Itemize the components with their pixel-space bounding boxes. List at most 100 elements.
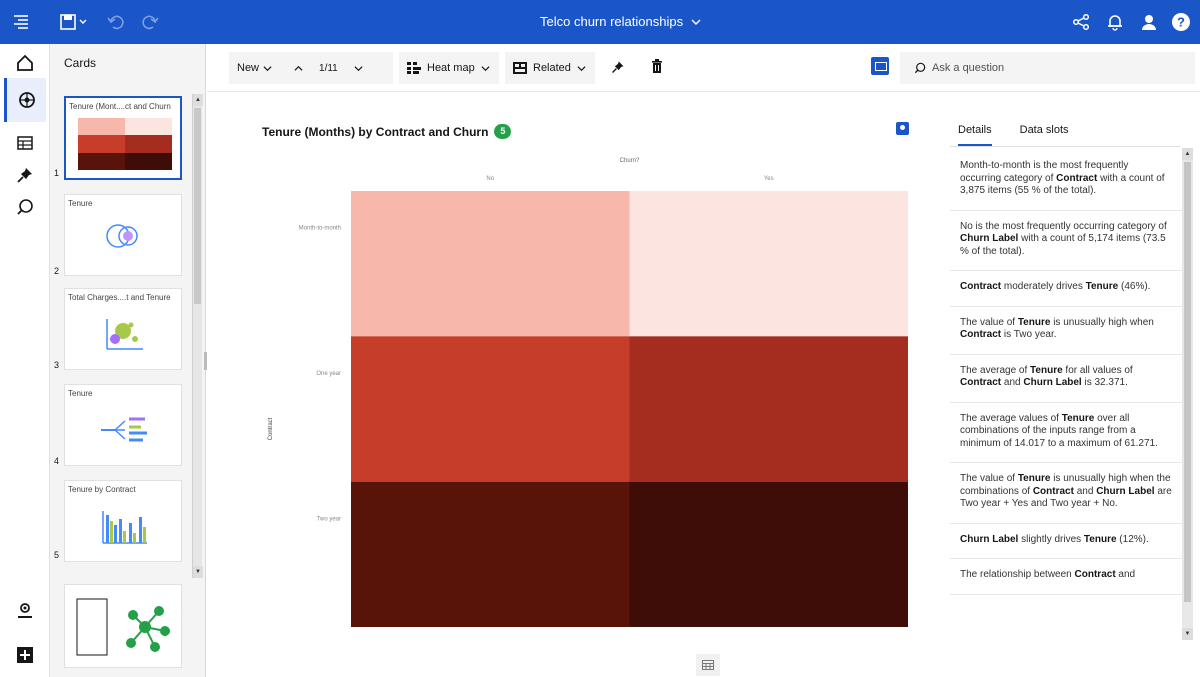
previous-card-button[interactable]	[294, 64, 303, 73]
insight-item[interactable]: The value of Tenure is unusually high wh…	[950, 463, 1182, 524]
insight-item[interactable]: Month-to-month is the most frequently oc…	[950, 150, 1182, 211]
card-title: Total Charges....t and Tenure	[68, 293, 171, 302]
cards-icon[interactable]	[4, 78, 46, 122]
cards-panel: Cards Tenure (Mont....ct and Churn 1 Ten…	[50, 44, 206, 677]
app-title[interactable]: Telco churn relationships	[540, 14, 701, 29]
scrollbar-thumb[interactable]	[1184, 162, 1191, 602]
chart-title: Tenure (Months) by Contract and Churn 5	[262, 124, 512, 139]
data-icon[interactable]	[12, 130, 38, 156]
scatter-thumbnail	[106, 319, 143, 350]
card-item[interactable]	[64, 584, 182, 668]
heatmap-cell[interactable]	[629, 336, 909, 482]
insight-item[interactable]: The value of Tenure is unusually high wh…	[950, 307, 1182, 355]
visualization-selector[interactable]: Heat map	[399, 52, 499, 84]
card-title: Tenure	[68, 389, 93, 398]
related-icon	[513, 62, 527, 74]
pin-icon[interactable]	[12, 162, 38, 188]
user-icon[interactable]	[1136, 9, 1162, 35]
chevron-up-icon	[294, 65, 303, 71]
delete-card-button[interactable]	[651, 59, 663, 78]
details-tabs: Details Data slots	[958, 124, 1069, 146]
details-scrollbar[interactable]: ▲ ▼	[1182, 148, 1193, 640]
insight-field-name: Churn Label	[1096, 485, 1155, 497]
share-icon[interactable]	[1068, 9, 1094, 35]
insight-field-name: Tenure	[1061, 412, 1095, 424]
insight-count-badge[interactable]: 5	[494, 124, 512, 139]
redo-icon[interactable]	[138, 9, 164, 35]
new-button[interactable]: New	[237, 62, 272, 74]
undo-icon[interactable]	[102, 9, 128, 35]
menu-icon[interactable]	[8, 9, 34, 35]
card-item[interactable]: Total Charges....t and Tenure	[64, 288, 182, 370]
tree-thumbnail	[101, 417, 147, 442]
chart-title-text: Tenure (Months) by Contract and Churn	[262, 124, 489, 139]
y-tick-label: Two year	[317, 516, 341, 522]
ask-icon[interactable]	[12, 194, 38, 220]
insight-field-name: Contract	[1056, 172, 1098, 184]
insight-item[interactable]: The average of Tenure for all values of …	[950, 355, 1182, 403]
heatmap-cell[interactable]	[351, 191, 630, 337]
card-title: Tenure	[68, 199, 93, 208]
insight-field-name: Tenure	[1085, 281, 1119, 292]
profile-icon[interactable]	[12, 598, 38, 624]
insight-item[interactable]: Churn Label slightly drives Tenure (12%)…	[950, 524, 1182, 559]
heatmap-cell[interactable]	[351, 336, 630, 482]
insight-field-name: Contract	[1074, 569, 1116, 580]
pin-icon	[612, 61, 624, 73]
card-pager: 1/11	[319, 62, 338, 74]
insight-field-name: Contract	[960, 377, 1002, 388]
scroll-up-icon[interactable]: ▲	[1182, 148, 1193, 160]
related-dropdown[interactable]: Related	[505, 52, 595, 84]
scroll-down-icon[interactable]: ▼	[193, 566, 203, 578]
card-title: Tenure (Mont....ct and Churn	[69, 102, 171, 111]
tab-data-slots[interactable]: Data slots	[1020, 124, 1069, 146]
chevron-down-icon	[577, 65, 586, 71]
card-number: 2	[54, 266, 60, 276]
heatmap-cell[interactable]	[351, 481, 630, 627]
insight-field-name: Contract	[960, 329, 1002, 340]
tab-details[interactable]: Details	[958, 124, 992, 146]
insight-item[interactable]: The relationship between Contract and	[950, 559, 1182, 595]
y-tick-label: Month-to-month	[299, 226, 341, 232]
new-navigation-group: New 1/11	[229, 52, 393, 84]
insight-item[interactable]: Contract moderately drives Tenure (46%).	[950, 271, 1182, 307]
panel-resize-handle[interactable]	[204, 352, 207, 370]
x-tick-label: Yes	[764, 176, 774, 182]
card-item[interactable]: Tenure	[64, 194, 182, 276]
save-icon[interactable]	[52, 9, 96, 35]
insight-item[interactable]: No is the most frequently occurring cate…	[950, 211, 1182, 271]
card-item[interactable]: Tenure by Contract	[64, 480, 182, 562]
x-axis-title: Churn?	[620, 158, 640, 164]
table-view-button[interactable]	[696, 654, 720, 676]
insight-item[interactable]: The average values of Tenure over all co…	[950, 403, 1182, 463]
scroll-up-icon[interactable]: ▲	[193, 94, 203, 106]
venn-thumbnail	[106, 224, 138, 248]
insight-field-name: Churn Label	[1023, 377, 1082, 388]
insights-list: Month-to-month is the most frequently oc…	[950, 150, 1182, 650]
scrollbar-thumb[interactable]	[194, 108, 201, 304]
help-icon[interactable]: ?	[1168, 9, 1194, 35]
insight-field-name: Tenure	[1083, 533, 1117, 545]
related-label: Related	[533, 62, 571, 74]
cards-scrollbar[interactable]: ▲ ▼	[192, 94, 203, 578]
scroll-down-icon[interactable]: ▼	[1182, 628, 1193, 640]
home-icon[interactable]	[12, 50, 38, 76]
heatmap-cell[interactable]	[629, 191, 909, 337]
chart-pin-icon[interactable]	[896, 122, 909, 135]
add-icon[interactable]	[12, 642, 38, 668]
ask-question-input[interactable]: Ask a question	[900, 52, 1195, 84]
card-item[interactable]: Tenure	[64, 384, 182, 466]
card-number: 5	[54, 550, 60, 560]
ask-icon	[914, 62, 926, 74]
heat-map-icon	[407, 62, 421, 74]
top-bar: Telco churn relationships ?	[0, 0, 1200, 44]
next-card-button[interactable]	[354, 64, 363, 73]
heatmap-cell[interactable]	[629, 481, 909, 627]
panel-toggle-button[interactable]	[871, 57, 889, 75]
notification-icon[interactable]	[1102, 9, 1128, 35]
pin-card-button[interactable]	[611, 60, 625, 79]
tabs-divider	[950, 146, 1180, 147]
card-item[interactable]: Tenure (Mont....ct and Churn	[64, 96, 182, 180]
insight-field-name: Contract	[1032, 485, 1074, 497]
insight-field-name: Tenure	[1017, 316, 1051, 328]
